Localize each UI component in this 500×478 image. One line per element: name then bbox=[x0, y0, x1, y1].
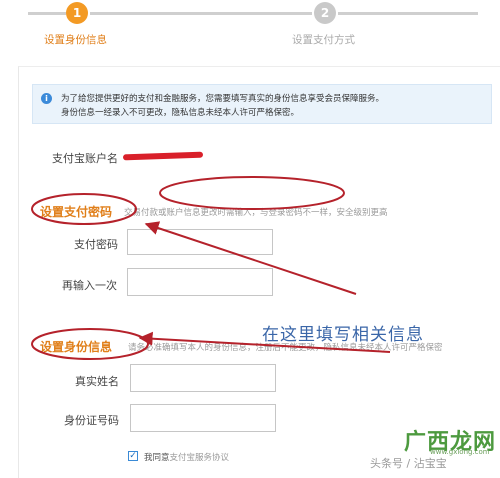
pay-password-label: 支付密码 bbox=[74, 238, 118, 251]
agreement-prefix: 我同意 bbox=[144, 453, 170, 463]
step-2-circle: 2 bbox=[314, 2, 336, 24]
info-icon: i bbox=[41, 93, 52, 104]
confirm-password-label: 再输入一次 bbox=[62, 279, 117, 292]
account-name-label: 支付宝账户名 bbox=[52, 152, 118, 165]
step-line bbox=[338, 12, 478, 15]
pay-password-hint: 交易付款或账户信息更改时需输入，与登录密码不一样，安全级别更高 bbox=[124, 208, 388, 218]
step-line bbox=[28, 12, 66, 15]
real-name-input[interactable] bbox=[130, 364, 276, 392]
step-1-label: 设置身份信息 bbox=[44, 34, 107, 46]
pay-password-section-title: 设置支付密码 bbox=[40, 205, 113, 219]
notice-line-2: 身份信息一经录入不可更改，隐私信息未经本人许可严格保密。 bbox=[61, 108, 300, 118]
agreement-link[interactable]: 支付宝服务协议 bbox=[170, 453, 230, 463]
notice-line-1: 为了给您提供更好的支付和金融服务，您需要填写真实的身份信息享受会员保障服务。 bbox=[61, 94, 385, 104]
step-1-circle: 1 bbox=[66, 2, 88, 24]
step-line bbox=[90, 12, 312, 15]
agreement-text: 我同意支付宝服务协议 bbox=[144, 451, 229, 463]
id-number-input[interactable] bbox=[130, 404, 276, 432]
notice-box: i 为了给您提供更好的支付和金融服务，您需要填写真实的身份信息享受会员保障服务。… bbox=[32, 84, 492, 124]
agreement-checkbox[interactable]: ✓ bbox=[128, 451, 138, 461]
identity-section-title: 设置身份信息 bbox=[40, 340, 113, 354]
id-number-label: 身份证号码 bbox=[64, 414, 119, 427]
watermark-credit: 头条号 / 沾宝宝 bbox=[370, 457, 447, 470]
annotation-text: 在这里填写相关信息 bbox=[262, 325, 424, 345]
step-2-label: 设置支付方式 bbox=[292, 34, 355, 46]
real-name-label: 真实姓名 bbox=[75, 375, 119, 388]
confirm-password-input[interactable] bbox=[127, 268, 273, 296]
stepper: 1 2 设置身份信息 设置支付方式 bbox=[0, 0, 500, 56]
pay-password-input[interactable] bbox=[127, 229, 273, 255]
